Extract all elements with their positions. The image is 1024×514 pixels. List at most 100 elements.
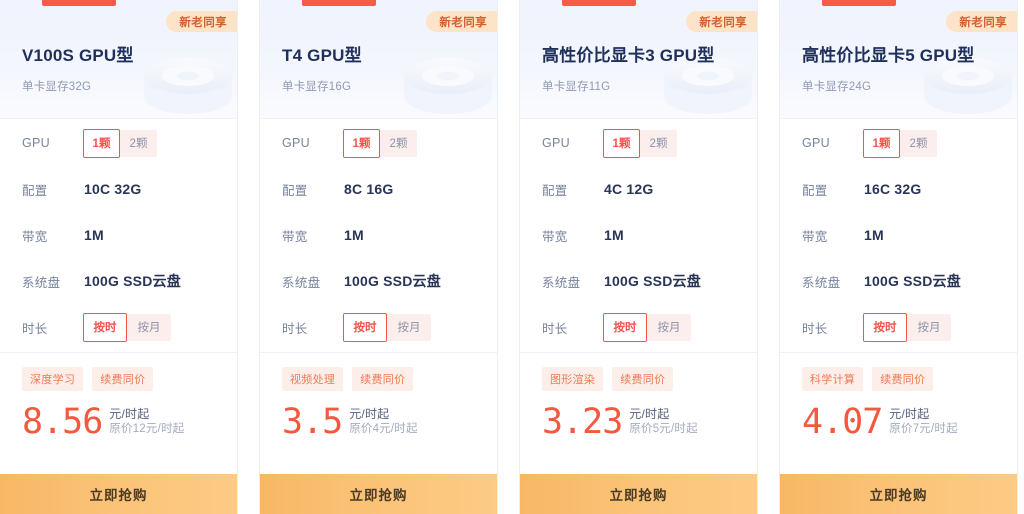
price-original: 原价12元/时起 <box>109 423 185 435</box>
gpu-count-option-2[interactable]: 2颗 <box>640 130 677 157</box>
spec-row-config: 配置 4C 12G <box>542 167 735 211</box>
card-spec-body: GPU 1颗 2颗 配置 10C 32G 带宽 1M 系统盘 100G SSD云… <box>0 118 237 352</box>
gpu-count-option-1[interactable]: 1颗 <box>603 128 640 158</box>
card-spec-body: GPU 1颗 2颗 配置 8C 16G 带宽 1M 系统盘 100G SSD云盘… <box>260 118 497 352</box>
duration-option-hourly[interactable]: 按时 <box>343 312 387 342</box>
spec-value-disk: 100G SSD云盘 <box>604 273 701 289</box>
spec-label-duration: 时长 <box>282 321 308 336</box>
new-old-share-badge: 新老同享 <box>946 11 1017 32</box>
duration-option-monthly[interactable]: 按月 <box>647 314 691 341</box>
spec-value-disk: 100G SSD云盘 <box>84 273 181 289</box>
promo-ribbon-icon <box>562 0 636 6</box>
price-amount: 3.5 <box>282 402 343 442</box>
feature-tag-usecase: 图形渲染 <box>542 367 604 391</box>
gpu-count-option-2[interactable]: 2颗 <box>380 130 417 157</box>
gpu-count-option-2[interactable]: 2颗 <box>120 130 157 157</box>
feature-tag-list: 科学计算 续费同价 <box>802 367 995 391</box>
duration-option-monthly[interactable]: 按月 <box>387 314 431 341</box>
spec-label-config: 配置 <box>22 183 48 198</box>
spec-label-disk: 系统盘 <box>22 275 61 290</box>
spec-value-bandwidth: 1M <box>864 227 884 243</box>
price-unit: 元/时起 <box>629 407 670 421</box>
spec-label-disk: 系统盘 <box>282 275 321 290</box>
spec-value-disk: 100G SSD云盘 <box>864 273 961 289</box>
price-amount: 4.07 <box>802 402 883 442</box>
spec-label-config: 配置 <box>802 183 828 198</box>
spec-label-config: 配置 <box>542 183 568 198</box>
duration-option-monthly[interactable]: 按月 <box>907 314 951 341</box>
spec-label-disk: 系统盘 <box>802 275 841 290</box>
spec-label-gpu: GPU <box>282 136 310 150</box>
spec-value-config: 8C 16G <box>344 181 394 197</box>
card-subtitle: 单卡显存32G <box>22 81 92 93</box>
gpu-product-card[interactable]: 新老同享 高性价比显卡5 GPU型 单卡显存24G GPU 1颗 2颗 配置 1… <box>780 0 1017 514</box>
spec-value-bandwidth: 1M <box>84 227 104 243</box>
gpu-count-option-1[interactable]: 1颗 <box>863 128 900 158</box>
duration-selector[interactable]: 按时 按月 <box>863 312 951 342</box>
spec-label-bandwidth: 带宽 <box>282 229 308 244</box>
new-old-share-badge: 新老同享 <box>426 11 497 32</box>
price-row: 3.23 元/时起 原价5元/时起 <box>542 402 735 442</box>
gpu-product-card-list: 新老同享 V100S GPU型 单卡显存32G GPU 1颗 2颗 配置 10C… <box>0 0 1024 514</box>
duration-selector[interactable]: 按时 按月 <box>603 312 691 342</box>
duration-option-monthly[interactable]: 按月 <box>127 314 171 341</box>
spec-row-config: 配置 10C 32G <box>22 167 215 211</box>
spec-row-config: 配置 8C 16G <box>282 167 475 211</box>
gpu-count-selector[interactable]: 1颗 2颗 <box>343 128 417 158</box>
buy-now-button[interactable]: 立即抢购 <box>260 474 497 514</box>
spec-row-bandwidth: 带宽 1M <box>22 213 215 257</box>
gpu-count-option-2[interactable]: 2颗 <box>900 130 937 157</box>
promo-ribbon-icon <box>822 0 896 6</box>
buy-now-button[interactable]: 立即抢购 <box>0 474 237 514</box>
spec-row-disk: 系统盘 100G SSD云盘 <box>22 259 215 303</box>
gpu-product-card[interactable]: 新老同享 T4 GPU型 单卡显存16G GPU 1颗 2颗 配置 8C 16G… <box>260 0 497 514</box>
card-price-section: 深度学习 续费同价 8.56 元/时起 原价12元/时起 <box>0 352 237 474</box>
price-meta: 元/时起 原价4元/时起 <box>349 406 418 437</box>
spec-label-bandwidth: 带宽 <box>22 229 48 244</box>
card-title: V100S GPU型 <box>22 46 134 65</box>
card-title: 高性价比显卡3 GPU型 <box>542 46 715 65</box>
spec-row-duration: 时长 按时 按月 <box>542 305 735 349</box>
price-unit: 元/时起 <box>349 407 390 421</box>
spec-row-bandwidth: 带宽 1M <box>542 213 735 257</box>
promo-ribbon-icon <box>42 0 116 6</box>
spec-row-bandwidth: 带宽 1M <box>802 213 995 257</box>
feature-tag-renewal: 续费同价 <box>92 367 154 391</box>
gpu-count-selector[interactable]: 1颗 2颗 <box>603 128 677 158</box>
card-header: 新老同享 T4 GPU型 单卡显存16G <box>260 0 497 118</box>
spec-row-duration: 时长 按时 按月 <box>802 305 995 349</box>
gpu-product-card[interactable]: 新老同享 高性价比显卡3 GPU型 单卡显存11G GPU 1颗 2颗 配置 4… <box>520 0 757 514</box>
gpu-count-option-1[interactable]: 1颗 <box>83 128 120 158</box>
duration-selector[interactable]: 按时 按月 <box>83 312 171 342</box>
spec-label-disk: 系统盘 <box>542 275 581 290</box>
gpu-count-selector[interactable]: 1颗 2颗 <box>83 128 157 158</box>
duration-option-hourly[interactable]: 按时 <box>603 312 647 342</box>
spec-row-disk: 系统盘 100G SSD云盘 <box>542 259 735 303</box>
spec-row-config: 配置 16C 32G <box>802 167 995 211</box>
feature-tag-list: 视频处理 续费同价 <box>282 367 475 391</box>
card-price-section: 科学计算 续费同价 4.07 元/时起 原价7元/时起 <box>780 352 1017 474</box>
buy-now-button[interactable]: 立即抢购 <box>780 474 1017 514</box>
duration-option-hourly[interactable]: 按时 <box>83 312 127 342</box>
spec-value-config: 10C 32G <box>84 181 142 197</box>
spec-value-bandwidth: 1M <box>604 227 624 243</box>
new-old-share-badge: 新老同享 <box>166 11 237 32</box>
gpu-count-option-1[interactable]: 1颗 <box>343 128 380 158</box>
gpu-product-card[interactable]: 新老同享 V100S GPU型 单卡显存32G GPU 1颗 2颗 配置 10C… <box>0 0 237 514</box>
gpu-illustration-icon <box>404 58 492 114</box>
card-subtitle: 单卡显存16G <box>282 81 352 93</box>
spec-label-duration: 时长 <box>802 321 828 336</box>
card-header: 新老同享 高性价比显卡5 GPU型 单卡显存24G <box>780 0 1017 118</box>
price-original: 原价5元/时起 <box>629 423 698 435</box>
feature-tag-list: 深度学习 续费同价 <box>22 367 215 391</box>
spec-row-disk: 系统盘 100G SSD云盘 <box>802 259 995 303</box>
price-amount: 3.23 <box>542 402 623 442</box>
duration-selector[interactable]: 按时 按月 <box>343 312 431 342</box>
duration-option-hourly[interactable]: 按时 <box>863 312 907 342</box>
buy-now-button[interactable]: 立即抢购 <box>520 474 757 514</box>
price-meta: 元/时起 原价12元/时起 <box>109 406 184 437</box>
gpu-count-selector[interactable]: 1颗 2颗 <box>863 128 937 158</box>
spec-value-bandwidth: 1M <box>344 227 364 243</box>
card-title: T4 GPU型 <box>282 46 362 65</box>
feature-tag-list: 图形渲染 续费同价 <box>542 367 735 391</box>
